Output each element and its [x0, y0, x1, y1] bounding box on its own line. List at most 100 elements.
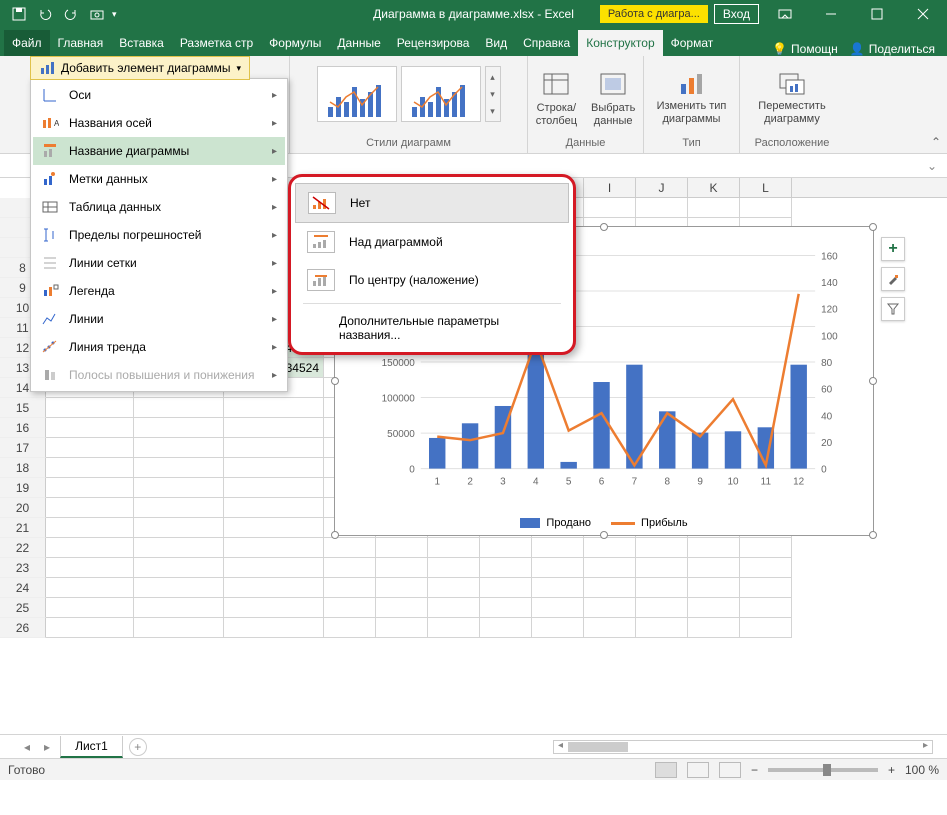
- chevron-right-icon: ▸: [272, 174, 277, 185]
- chart-filter-icon[interactable]: [881, 297, 905, 321]
- col-head-K[interactable]: K: [688, 178, 740, 197]
- sheet-nav-next-icon[interactable]: ▸: [40, 740, 54, 754]
- tab-insert[interactable]: Вставка: [111, 30, 172, 56]
- chevron-right-icon: ▸: [272, 370, 277, 381]
- minimize-icon[interactable]: [811, 0, 851, 28]
- col-head-I[interactable]: I: [584, 178, 636, 197]
- svg-text:6: 6: [599, 477, 605, 488]
- menu-gridlines[interactable]: Линии сетки▸: [33, 249, 285, 277]
- tab-view[interactable]: Вид: [477, 30, 515, 56]
- svg-text:12: 12: [793, 477, 805, 488]
- col-head-J[interactable]: J: [636, 178, 688, 197]
- axis-icon: [41, 86, 59, 104]
- svg-text:9: 9: [697, 477, 703, 488]
- svg-text:100000: 100000: [382, 394, 416, 405]
- window-title: Диаграмма в диаграмме.xlsx - Excel: [373, 7, 574, 21]
- select-data-button[interactable]: Выбрать данные: [587, 66, 639, 130]
- change-chart-type-button[interactable]: Изменить тип диаграммы: [653, 60, 731, 128]
- tab-help[interactable]: Справка: [515, 30, 578, 56]
- chevron-right-icon: ▸: [272, 314, 277, 325]
- chart-plus-icon[interactable]: +: [881, 237, 905, 261]
- chart-style-1[interactable]: [317, 66, 397, 122]
- view-normal-icon[interactable]: [655, 762, 677, 778]
- menu-chart-title[interactable]: Название диаграммы▸: [33, 137, 285, 165]
- login-button[interactable]: Вход: [714, 4, 759, 24]
- svg-text:4: 4: [533, 477, 539, 488]
- col-head-L[interactable]: L: [740, 178, 792, 197]
- tab-layout[interactable]: Разметка стр: [172, 30, 261, 56]
- status-bar: Готово − + 100 %: [0, 758, 947, 780]
- close-icon[interactable]: [903, 0, 943, 28]
- tab-data[interactable]: Данные: [329, 30, 388, 56]
- chart-title-centered[interactable]: По центру (наложение): [295, 261, 569, 299]
- sheet-tab-1[interactable]: Лист1: [60, 736, 123, 758]
- zoom-out-icon[interactable]: −: [751, 763, 758, 777]
- tab-format[interactable]: Формат: [663, 30, 722, 56]
- svg-text:150000: 150000: [382, 358, 416, 369]
- maximize-icon[interactable]: [857, 0, 897, 28]
- zoom-level[interactable]: 100 %: [905, 763, 939, 777]
- svg-text:120: 120: [821, 305, 838, 316]
- tell-me[interactable]: 💡Помощн: [772, 42, 838, 56]
- menu-legend[interactable]: Легенда▸: [33, 277, 285, 305]
- menu-axis-title[interactable]: AНазвания осей▸: [33, 109, 285, 137]
- svg-text:1: 1: [434, 477, 440, 488]
- tab-formulas[interactable]: Формулы: [261, 30, 329, 56]
- move-chart-button[interactable]: Переместить диаграмму: [754, 60, 829, 128]
- ribbon-tabs: Файл Главная Вставка Разметка стр Формул…: [0, 28, 947, 56]
- svg-text:0: 0: [821, 465, 827, 476]
- chevron-right-icon: ▸: [272, 202, 277, 213]
- chart-brush-icon[interactable]: [881, 267, 905, 291]
- menu-data-table[interactable]: Таблица данных▸: [33, 193, 285, 221]
- redo-icon[interactable]: [60, 3, 82, 25]
- svg-text:160: 160: [821, 251, 838, 262]
- sheet-nav-prev-icon[interactable]: ◂: [20, 740, 34, 754]
- above-icon: [310, 234, 332, 250]
- style-gallery-more[interactable]: ▴▾▾: [485, 66, 501, 122]
- chart-title-none[interactable]: Нет: [295, 183, 569, 223]
- undo-icon[interactable]: [34, 3, 56, 25]
- save-icon[interactable]: [8, 3, 30, 25]
- chart-style-2[interactable]: [401, 66, 481, 122]
- error-bars-icon: [41, 226, 59, 244]
- tab-file[interactable]: Файл: [4, 30, 50, 56]
- zoom-slider[interactable]: [768, 768, 878, 772]
- add-chart-element-button[interactable]: Добавить элемент диаграммы ▾: [30, 56, 250, 80]
- menu-error-bars[interactable]: Пределы погрешностей▸: [33, 221, 285, 249]
- chart-title-icon: [41, 142, 59, 160]
- svg-text:2: 2: [467, 477, 473, 488]
- share-button[interactable]: 👤Поделиться: [850, 42, 935, 56]
- formula-bar-expand-icon[interactable]: ⌄: [927, 159, 947, 173]
- view-page-break-icon[interactable]: [719, 762, 741, 778]
- chart-title-above[interactable]: Над диаграммой: [295, 223, 569, 261]
- tab-design[interactable]: Конструктор: [578, 30, 662, 56]
- horizontal-scrollbar[interactable]: ◂ ▸: [553, 740, 933, 754]
- chart-legend[interactable]: Продано Прибыль: [335, 517, 873, 529]
- ribbon-options-icon[interactable]: [765, 0, 805, 28]
- status-text: Готово: [8, 763, 45, 777]
- chart-element-icon: [39, 60, 55, 76]
- chart-title-more-options[interactable]: Дополнительные параметры названия...: [295, 308, 569, 346]
- zoom-in-icon[interactable]: +: [888, 763, 895, 777]
- legend-bar-swatch: [520, 518, 540, 528]
- chevron-right-icon: ▸: [272, 146, 277, 157]
- menu-trendline[interactable]: Линия тренда▸: [33, 333, 285, 361]
- center-icon: [310, 272, 332, 288]
- camera-icon[interactable]: [86, 3, 108, 25]
- collapse-ribbon-icon[interactable]: ⌃: [931, 135, 941, 149]
- qat-dropdown-icon[interactable]: ▾: [112, 9, 117, 20]
- chart-title-submenu: Нет Над диаграммой По центру (наложение)…: [288, 174, 576, 355]
- tab-home[interactable]: Главная: [50, 30, 112, 56]
- chevron-right-icon: ▸: [272, 342, 277, 353]
- view-page-layout-icon[interactable]: [687, 762, 709, 778]
- menu-lines[interactable]: Линии▸: [33, 305, 285, 333]
- menu-axis[interactable]: Оси▸: [33, 81, 285, 109]
- chevron-down-icon: ▾: [237, 63, 242, 74]
- switch-row-col-button[interactable]: Строка/ столбец: [532, 66, 581, 130]
- tab-review[interactable]: Рецензирова: [389, 30, 478, 56]
- svg-text:7: 7: [632, 477, 638, 488]
- svg-text:50000: 50000: [387, 429, 415, 440]
- add-sheet-button[interactable]: +: [129, 738, 147, 756]
- menu-data-labels[interactable]: Метки данных▸: [33, 165, 285, 193]
- svg-text:80: 80: [821, 358, 833, 369]
